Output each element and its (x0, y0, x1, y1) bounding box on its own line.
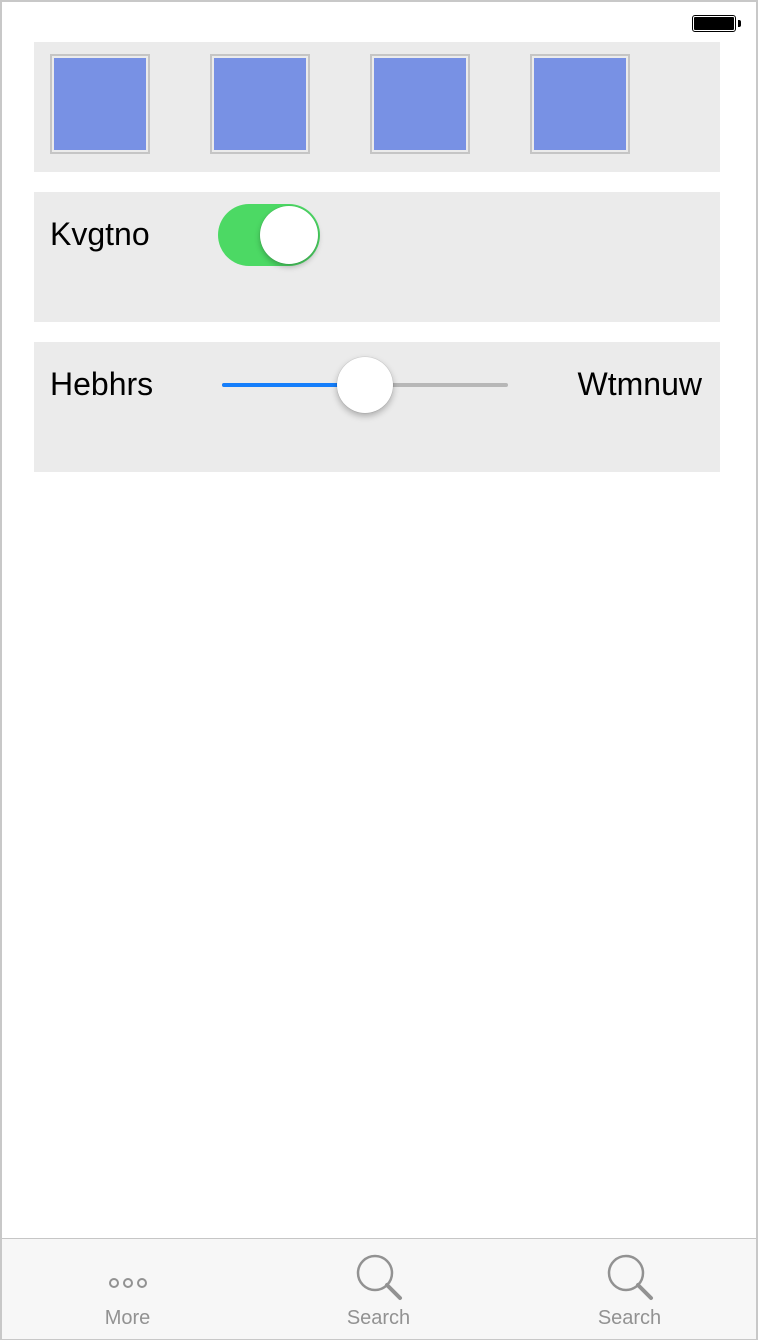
tab-search[interactable]: Search (253, 1239, 504, 1339)
search-icon (607, 1254, 653, 1300)
tab-bar: More Search Search (2, 1238, 756, 1339)
image-placeholder-icon (214, 58, 306, 150)
toggle-knob (260, 206, 318, 264)
tab-label: More (104, 1307, 151, 1329)
more-icon (108, 1278, 147, 1288)
app-screen: Kvgtno Hebhrs Wtmnuw More Search Search (0, 0, 758, 1340)
image-thumbnail[interactable] (210, 54, 310, 154)
switch-label: Kvgtno (50, 216, 150, 252)
slider-row-panel: Hebhrs Wtmnuw (34, 342, 720, 472)
image-row-panel (34, 42, 720, 172)
slider-min-label: Hebhrs (50, 366, 154, 402)
image-thumbnail[interactable] (370, 54, 470, 154)
switch-row-panel: Kvgtno (34, 192, 720, 322)
image-placeholder-icon (374, 58, 466, 150)
tab-label: Search (597, 1307, 662, 1329)
image-thumbnail[interactable] (530, 54, 630, 154)
search-icon (356, 1254, 402, 1300)
tab-label: Search (346, 1307, 411, 1329)
slider-max-label: Wtmnuw (577, 366, 702, 402)
battery-icon (692, 15, 736, 32)
slider-knob[interactable] (337, 357, 393, 413)
image-placeholder-icon (54, 58, 146, 150)
status-bar (2, 2, 756, 42)
battery-tip (738, 20, 741, 27)
tab-search-2[interactable]: Search (504, 1239, 755, 1339)
image-placeholder-icon (534, 58, 626, 150)
image-thumbnail[interactable] (50, 54, 150, 154)
tab-more[interactable]: More (2, 1239, 253, 1339)
toggle-switch[interactable] (218, 204, 320, 266)
value-slider[interactable] (222, 354, 508, 414)
